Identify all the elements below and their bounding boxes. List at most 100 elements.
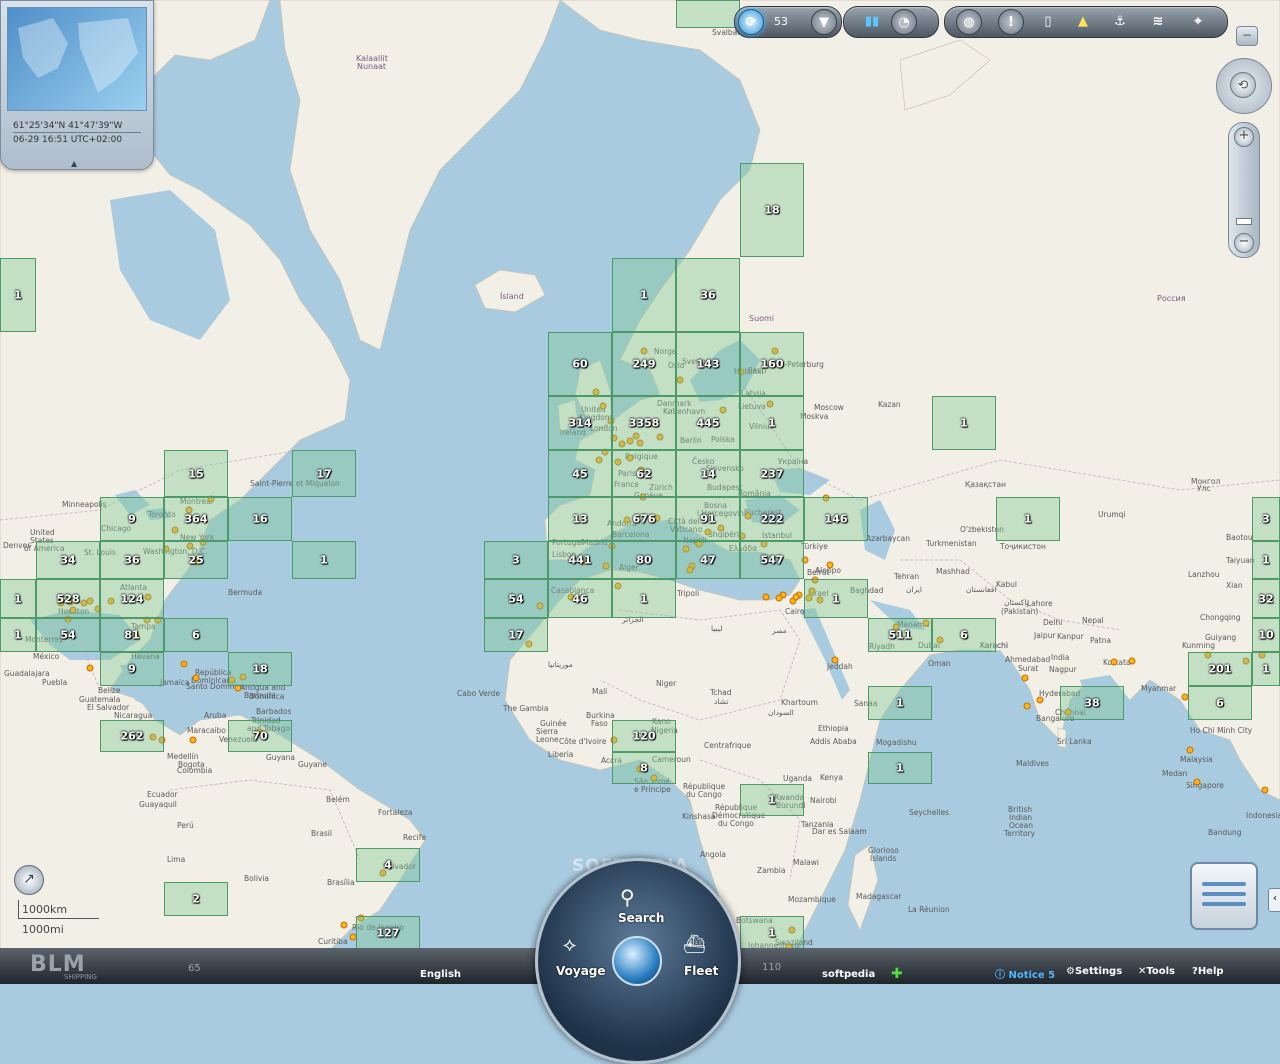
vessel-marker[interactable] <box>1186 746 1194 754</box>
density-count: 54 <box>60 628 76 642</box>
place-label: Xian <box>1226 581 1243 590</box>
anchor-icon[interactable]: ⚓ <box>1108 9 1132 33</box>
density-count: 38 <box>1084 696 1100 710</box>
alert-icon[interactable]: ! <box>998 9 1024 35</box>
bar-chart-icon[interactable]: ▮▮ <box>860 9 884 33</box>
search-icon[interactable]: ⚲ <box>620 885 635 909</box>
vessel-marker[interactable] <box>1021 674 1029 682</box>
place-label: Azərbaycan <box>866 534 911 543</box>
globe-icon[interactable]: ◍ <box>956 9 982 35</box>
place-label: Patna <box>1090 636 1112 645</box>
place-label: Bolivia <box>244 874 270 883</box>
vessel-marker[interactable] <box>1193 778 1201 786</box>
vessel-marker[interactable] <box>1110 658 1118 666</box>
density-count: 124 <box>120 592 144 605</box>
vessel-marker[interactable] <box>775 594 783 602</box>
overview-panel[interactable]: 61°25'34"N 41°47'39"W 06-29 16:51 UTC+02… <box>0 0 154 170</box>
place-label: India <box>1051 653 1070 662</box>
place-label: Malaysia <box>1180 755 1213 764</box>
density-count: 6 <box>192 628 200 642</box>
locate-arrow-icon[interactable]: ↗ <box>14 865 44 895</box>
fleet-button[interactable]: Fleet <box>684 964 718 978</box>
place-label: Moskva <box>800 412 829 421</box>
place-label: Belize <box>98 686 121 695</box>
zoom-track[interactable] <box>1241 150 1245 225</box>
vessel-marker[interactable] <box>340 921 348 929</box>
filter-icon[interactable]: ▼ <box>811 9 837 35</box>
panel-expand-arrow-icon[interactable]: ‹ <box>1268 888 1280 912</box>
settings-button[interactable]: ⚙Settings <box>1066 966 1122 977</box>
density-count: 45 <box>572 467 588 480</box>
zoom-out-button[interactable]: − <box>1234 233 1254 253</box>
vessel-marker[interactable] <box>180 660 188 668</box>
density-count: 18 <box>764 203 780 217</box>
vessel-marker[interactable] <box>762 593 770 601</box>
vessel-marker[interactable] <box>792 593 800 601</box>
scale-km: 1000km <box>22 903 68 916</box>
place-label: Puebla <box>42 678 68 687</box>
help-button[interactable]: ?Help <box>1192 966 1224 977</box>
vessel-marker[interactable] <box>1036 696 1044 704</box>
vessel-marker[interactable] <box>192 674 200 682</box>
place-label: Surat <box>1018 664 1039 673</box>
place-label: Nairobi <box>810 796 837 805</box>
density-count: 1 <box>1262 662 1270 676</box>
vessel-marker[interactable] <box>86 664 94 672</box>
reset-view-icon[interactable]: ⟲ <box>1230 72 1256 98</box>
refresh-icon[interactable]: ⟳ <box>738 9 764 35</box>
density-count: 47 <box>700 553 716 567</box>
voyage-button[interactable]: Voyage <box>556 964 606 978</box>
scale-mi: 1000mi <box>22 923 64 936</box>
vessel-marker[interactable] <box>826 561 834 569</box>
place-label: Kabul <box>996 580 1017 589</box>
place-label: Guyana <box>266 753 295 762</box>
language-selector[interactable]: English <box>420 969 461 980</box>
place-label: موريتانيا <box>548 660 573 669</box>
zoom-in-button[interactable]: + <box>1234 127 1254 147</box>
region-count-110: 110 <box>762 962 782 973</box>
vessel-marker[interactable] <box>1128 657 1136 665</box>
home-orb[interactable] <box>612 936 662 986</box>
radar-icon[interactable]: ◔ <box>891 9 917 35</box>
place-label: Dar es Salaam <box>812 827 867 836</box>
lighthouse-icon[interactable]: ▲ <box>1071 9 1095 33</box>
place-label: Cabo Verde <box>457 689 501 698</box>
density-cell[interactable] <box>676 0 740 28</box>
density-count: 16 <box>252 512 268 526</box>
place-label: Kunming <box>1182 641 1215 650</box>
density-count: 1 <box>320 553 328 567</box>
density-count: 1 <box>768 793 776 807</box>
density-count: 160 <box>760 357 784 371</box>
minimize-button[interactable]: − <box>1236 26 1258 46</box>
tools-button[interactable]: ✕Tools <box>1138 966 1175 977</box>
overview-minimap[interactable] <box>7 7 147 111</box>
collapse-arrow-icon[interactable]: ▲ <box>71 159 77 168</box>
menu-panel-button[interactable] <box>1190 862 1258 930</box>
zoom-handle[interactable] <box>1236 218 1252 225</box>
density-count: 2 <box>192 892 200 906</box>
menu-line-2 <box>1202 892 1246 896</box>
density-count: 32 <box>1258 592 1274 605</box>
vessel-marker[interactable] <box>1023 702 1031 710</box>
search-button[interactable]: Search <box>618 911 664 925</box>
place-label: du Congo <box>718 819 754 828</box>
place-label: Ho Chi Minh City <box>1190 726 1253 735</box>
place-label: Улс <box>1197 484 1211 493</box>
density-count: 3 <box>512 553 520 567</box>
vessel-marker[interactable] <box>1261 786 1269 794</box>
crosshair-icon[interactable]: ⌖ <box>1186 9 1210 33</box>
vessel-marker[interactable] <box>189 736 197 744</box>
notice-button[interactable]: ⓘ Notice 5 <box>995 966 1055 981</box>
vessel-marker[interactable] <box>831 656 839 664</box>
ruler-icon[interactable]: ▯ <box>1036 9 1060 33</box>
density-count: 1 <box>768 416 776 430</box>
density-count: 1 <box>1024 512 1032 526</box>
add-icon[interactable]: ✚ <box>891 966 903 982</box>
place-label: Nagpur <box>1049 665 1077 674</box>
place-label: Cairo <box>785 607 805 616</box>
weather-icon[interactable]: ≋ <box>1146 9 1170 33</box>
place-label: Faso <box>591 719 608 728</box>
voyage-icon[interactable]: ⟡ <box>563 932 576 956</box>
place-label: Suomi <box>749 314 775 323</box>
ship-icon[interactable]: ⛴ <box>683 934 706 955</box>
